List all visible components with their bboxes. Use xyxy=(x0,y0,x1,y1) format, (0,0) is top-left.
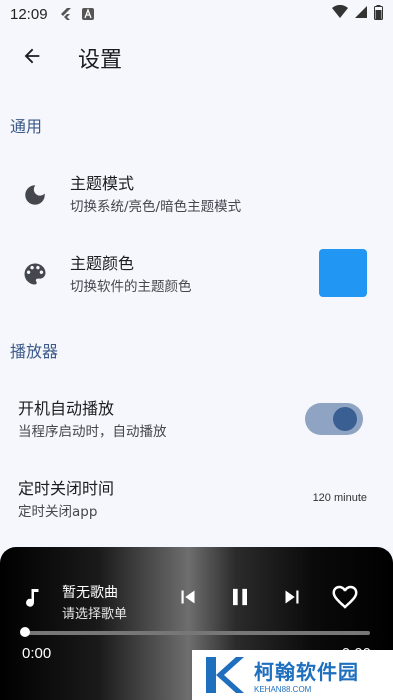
setting-theme-color[interactable]: 主题颜色 切换软件的主题颜色 xyxy=(0,246,393,302)
watermark-url: KEHAN88.COM xyxy=(254,685,312,694)
signal-icon xyxy=(354,5,368,23)
moon-icon xyxy=(20,180,50,210)
sleep-timer-subtitle: 定时关闭app xyxy=(18,504,98,520)
heart-outline-icon xyxy=(330,582,360,616)
skip-previous-icon xyxy=(175,584,201,614)
watermark: 柯翰软件园 KEHAN88.COM xyxy=(192,650,393,700)
wifi-icon xyxy=(332,4,348,23)
section-header-general: 通用 xyxy=(10,117,43,136)
back-button[interactable] xyxy=(12,38,52,78)
page-title: 设置 xyxy=(78,48,123,73)
watermark-name: 柯翰软件园 xyxy=(254,660,359,684)
previous-button[interactable] xyxy=(174,585,202,613)
progress-track[interactable] xyxy=(24,631,370,635)
current-time: 0:00 xyxy=(22,645,52,662)
theme-color-swatch[interactable] xyxy=(319,249,367,297)
app-a-icon xyxy=(81,8,94,20)
theme-mode-subtitle: 切换系统/亮色/暗色主题模式 xyxy=(70,199,242,215)
progress-thumb[interactable] xyxy=(20,627,30,637)
song-title: 暂无歌曲 xyxy=(62,585,118,601)
setting-autoplay[interactable]: 开机自动播放 当程序启动时，自动播放 xyxy=(0,392,393,448)
setting-theme-mode[interactable]: 主题模式 切换系统/亮色/暗色主题模式 xyxy=(0,166,393,224)
theme-color-subtitle: 切换软件的主题颜色 xyxy=(70,279,192,295)
music-note-icon xyxy=(24,587,44,611)
autoplay-toggle[interactable] xyxy=(305,403,363,435)
sleep-timer-value: 120 minute xyxy=(312,492,367,504)
next-button[interactable] xyxy=(278,585,306,613)
theme-mode-title: 主题模式 xyxy=(70,174,135,193)
pause-button[interactable] xyxy=(226,585,254,613)
sleep-timer-title: 定时关闭时间 xyxy=(18,479,115,498)
status-bar: 12:09 xyxy=(0,0,393,28)
pause-icon xyxy=(226,583,254,615)
song-subtitle: 请选择歌单 xyxy=(62,607,128,622)
app-bar: 设置 xyxy=(0,36,393,80)
battery-icon xyxy=(374,4,383,24)
skip-next-icon xyxy=(279,584,305,614)
autoplay-subtitle: 当程序启动时，自动播放 xyxy=(18,424,167,440)
watermark-logo xyxy=(202,653,246,697)
palette-icon xyxy=(20,259,50,289)
status-time: 12:09 xyxy=(10,5,48,23)
autoplay-title: 开机自动播放 xyxy=(18,399,115,418)
theme-color-title: 主题颜色 xyxy=(70,254,135,273)
arrow-back-icon xyxy=(21,45,43,71)
toggle-knob xyxy=(333,407,357,431)
favorite-button[interactable] xyxy=(329,585,361,613)
setting-sleep-timer[interactable]: 定时关闭时间 定时关闭app 120 minute xyxy=(0,472,393,528)
section-header-player: 播放器 xyxy=(10,342,59,361)
flutter-icon xyxy=(60,8,72,20)
status-indicators xyxy=(332,4,383,24)
